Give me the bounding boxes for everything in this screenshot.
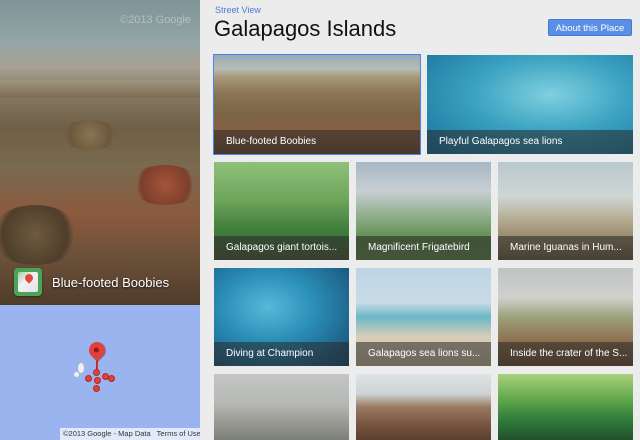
shrub: [60, 120, 120, 150]
panorama-view[interactable]: ©2013 Google: [0, 0, 200, 305]
tile-caption: Playful Galapagos sea lions: [427, 130, 633, 154]
map-marker-dot[interactable]: [85, 375, 92, 382]
page-title: Galapagos Islands: [214, 16, 397, 41]
map-marker-dot[interactable]: [93, 385, 100, 392]
tile-thumbnail: [498, 374, 633, 440]
mini-map[interactable]: ©2013 Google - Map Data Terms of Use: [0, 305, 200, 440]
gallery-tile[interactable]: Diving at Champion: [214, 268, 349, 366]
gallery-tile[interactable]: Magnificent Frigatebird: [356, 162, 491, 260]
current-place-label: Blue-footed Boobies: [14, 268, 169, 296]
current-place-name: Blue-footed Boobies: [52, 274, 170, 290]
tile-caption: Galapagos giant tortois...: [214, 236, 349, 260]
tile-caption: Diving at Champion: [214, 342, 349, 366]
right-panel: Street View Galapagos Islands About this…: [200, 0, 640, 440]
gallery-tile[interactable]: Inside the crater of the S...: [498, 268, 633, 366]
tile-caption: Galapagos sea lions su...: [356, 342, 491, 366]
gallery-tile[interactable]: Galapagos sea lions su...: [356, 268, 491, 366]
left-panel: ©2013 Google Blue-footed Boobies ©2013 G…: [0, 0, 200, 440]
island-shape: [78, 363, 84, 373]
gallery-tile[interactable]: Marine Iguanas in Hum...: [498, 162, 633, 260]
horizon: [0, 80, 200, 98]
map-marker-dot[interactable]: [93, 369, 100, 376]
street-view-gallery: ©2013 Google Blue-footed Boobies ©2013 G…: [0, 0, 640, 440]
panorama-watermark: ©2013 Google: [120, 14, 192, 26]
about-this-place-button[interactable]: About this Place: [548, 19, 632, 36]
terms-of-use-link[interactable]: Terms of Use: [157, 429, 200, 439]
tile-caption: Blue-footed Boobies: [214, 130, 420, 154]
tile-thumbnail: [356, 374, 491, 440]
gallery-tile[interactable]: [498, 374, 633, 440]
tile-caption: Marine Iguanas in Hum...: [498, 236, 633, 260]
map-pin-icon[interactable]: [85, 338, 109, 362]
island-shape: [74, 372, 79, 377]
tile-thumbnail: [214, 374, 349, 440]
map-footer: ©2013 Google - Map Data Terms of Use: [60, 428, 200, 440]
breadcrumb[interactable]: Street View: [215, 5, 261, 15]
map-marker-dot[interactable]: [108, 375, 115, 382]
maps-pin-icon[interactable]: [14, 268, 42, 296]
gallery-tile[interactable]: Blue-footed Boobies: [213, 54, 421, 155]
map-copyright: ©2013 Google - Map Data: [63, 429, 151, 438]
tile-caption: Inside the crater of the S...: [498, 342, 633, 366]
gallery-tile[interactable]: Playful Galapagos sea lions: [427, 55, 633, 154]
map-marker-dot[interactable]: [94, 377, 101, 384]
tile-caption: Magnificent Frigatebird: [356, 236, 491, 260]
shrub: [0, 205, 80, 265]
shrub: [130, 165, 200, 205]
gallery-tile[interactable]: Galapagos giant tortois...: [214, 162, 349, 260]
gallery-tile[interactable]: [356, 374, 491, 440]
gallery-tile[interactable]: [214, 374, 349, 440]
